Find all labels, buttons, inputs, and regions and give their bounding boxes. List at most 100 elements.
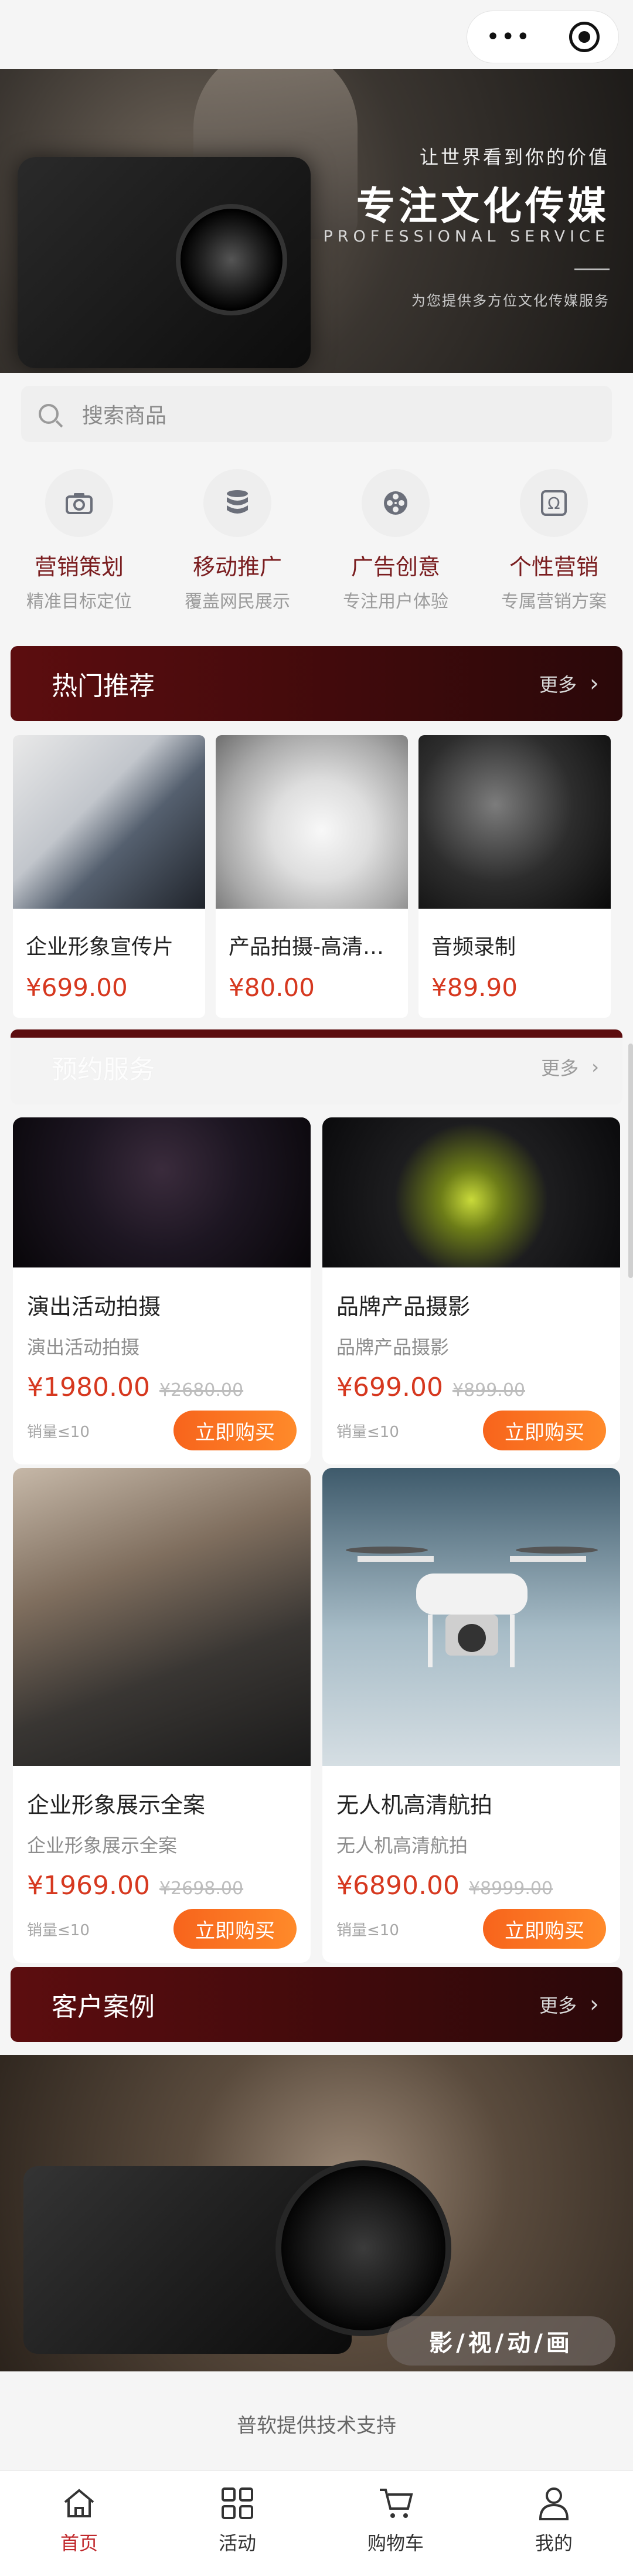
booking-section-header: 预约服务 更多 ›	[11, 1029, 622, 1105]
buy-now-button[interactable]: 立即购买	[483, 1411, 606, 1450]
chevron-right-icon: ›	[590, 1991, 599, 2018]
microphone-image	[418, 735, 611, 909]
banner-lens-image	[176, 204, 287, 315]
database-icon	[203, 469, 271, 537]
case-more-link[interactable]: 更多 ›	[539, 1991, 599, 2018]
hot-product-list: 企业形象宣传片 ¥699.00 产品拍摄-高清… ¥80.00 音频录制 ¥89…	[13, 735, 620, 1018]
search-input[interactable]: 搜索商品	[21, 386, 612, 442]
case-banner[interactable]: 影/视/动/画	[0, 2055, 633, 2371]
tab-label: 活动	[218, 2532, 256, 2554]
service-card[interactable]: 演出活动拍摄 演出活动拍摄 ¥1980.00 ¥2680.00 销量≤10 立即…	[13, 1117, 311, 1464]
service-old-price: ¥2698.00	[159, 1878, 244, 1899]
more-dots-icon[interactable]: •••	[486, 23, 531, 50]
chevron-right-icon: ›	[591, 1056, 599, 1078]
tab-activity[interactable]: 活动	[158, 2471, 316, 2576]
cart-icon	[375, 2483, 416, 2524]
case-section-header: 客户案例 更多 ›	[11, 1967, 622, 2042]
case-tag: 影/视/动/画	[387, 2316, 615, 2366]
booking-more-link[interactable]: 更多 ›	[541, 1053, 599, 1080]
service-old-price: ¥899.00	[452, 1380, 526, 1401]
search-placeholder: 搜索商品	[82, 404, 167, 428]
buy-now-button[interactable]: 立即购买	[173, 1909, 297, 1949]
film-reel-icon	[362, 469, 430, 537]
banner-description: 为您提供多方位文化传媒服务	[411, 293, 610, 309]
section-title: 预约服务	[52, 1055, 155, 1085]
scrollbar[interactable]	[628, 1044, 633, 1278]
hot-section-header: 热门推荐 更多 ›	[11, 646, 622, 721]
search-icon	[39, 404, 59, 424]
drink-image	[322, 1117, 620, 1267]
sales-count: 销量≤10	[336, 1423, 399, 1441]
service-name: 无人机高清航拍	[336, 1792, 493, 1818]
service-old-price: ¥8999.00	[468, 1878, 553, 1899]
section-title: 客户案例	[52, 1992, 155, 2022]
mini-program-capsule: •••	[467, 11, 619, 63]
bottom-tab-bar: 首页 活动 购物车 我的	[0, 2470, 633, 2576]
category-sub: 专注用户体验	[343, 592, 448, 612]
buy-now-button[interactable]: 立即购买	[483, 1909, 606, 1949]
service-old-price: ¥2680.00	[159, 1380, 244, 1401]
service-sub: 品牌产品摄影	[336, 1336, 450, 1358]
tab-mine[interactable]: 我的	[475, 2471, 633, 2576]
category-item-marketing[interactable]: 营销策划 精准目标定位	[0, 469, 158, 627]
camera-lens-image	[275, 2160, 451, 2336]
category-name: 广告创意	[350, 554, 440, 580]
product-card[interactable]: 音频录制 ¥89.90	[418, 735, 611, 1018]
omega-icon: Ω	[520, 469, 588, 537]
category-sub: 专属营销方案	[501, 592, 607, 612]
more-label: 更多	[539, 1994, 577, 2017]
product-name: 企业形象宣传片	[26, 935, 174, 959]
handshake-image	[13, 735, 205, 909]
category-item-mobile-promo[interactable]: 移动推广 覆盖网民展示	[158, 469, 316, 627]
close-target-icon[interactable]	[569, 22, 600, 52]
service-name: 演出活动拍摄	[27, 1294, 161, 1320]
category-item-personal-marketing[interactable]: Ω 个性营销 专属营销方案	[475, 469, 633, 627]
service-sub: 无人机高清航拍	[336, 1834, 468, 1857]
banner-tagline: 让世界看到你的价值	[419, 146, 610, 168]
hero-banner[interactable]: 让世界看到你的价值 专注文化传媒 PROFESSIONAL SERVICE 为您…	[0, 69, 633, 373]
more-label: 更多	[541, 1057, 579, 1079]
service-card[interactable]: 企业形象展示全案 企业形象展示全案 ¥1969.00 ¥2698.00 销量≤1…	[13, 1468, 311, 1963]
product-name: 音频录制	[431, 935, 516, 959]
service-name: 企业形象展示全案	[27, 1792, 206, 1818]
tab-label: 首页	[60, 2532, 98, 2554]
service-sub: 企业形象展示全案	[27, 1834, 178, 1857]
category-nav: 营销策划 精准目标定位 移动推广 覆盖网民展示 广告创意 专注用户体验 Ω 个性…	[0, 469, 633, 627]
chevron-right-icon: ›	[590, 670, 599, 697]
tab-home[interactable]: 首页	[0, 2471, 158, 2576]
product-price: ¥80.00	[229, 973, 315, 1002]
tab-cart[interactable]: 购物车	[316, 2471, 475, 2576]
product-card[interactable]: 企业形象宣传片 ¥699.00	[13, 735, 205, 1018]
section-title: 热门推荐	[52, 671, 155, 701]
sales-count: 销量≤10	[27, 1921, 90, 1939]
banner-headline: 专注文化传媒	[356, 183, 610, 229]
product-price: ¥89.90	[431, 973, 518, 1002]
hot-more-link[interactable]: 更多 ›	[539, 670, 599, 697]
service-sub: 演出活动拍摄	[27, 1336, 140, 1358]
service-name: 品牌产品摄影	[336, 1294, 471, 1320]
drone-image	[322, 1468, 620, 1766]
home-icon	[59, 2483, 100, 2524]
service-price: ¥1969.00	[27, 1871, 150, 1901]
more-label: 更多	[539, 674, 577, 696]
sales-count: 销量≤10	[336, 1921, 399, 1939]
banner-divider	[574, 269, 610, 270]
product-device-image	[216, 735, 408, 909]
laptop-image	[13, 1468, 311, 1766]
buy-now-button[interactable]: 立即购买	[173, 1411, 297, 1450]
service-card[interactable]: 无人机高清航拍 无人机高清航拍 ¥6890.00 ¥8999.00 销量≤10 …	[322, 1468, 620, 1963]
grid-icon	[217, 2483, 258, 2524]
category-name: 个性营销	[509, 554, 598, 580]
tech-support-text: 普软提供技术支持	[237, 2414, 396, 2438]
category-item-ad-creative[interactable]: 广告创意 专注用户体验	[316, 469, 475, 627]
service-card[interactable]: 品牌产品摄影 品牌产品摄影 ¥699.00 ¥899.00 销量≤10 立即购买	[322, 1117, 620, 1464]
product-price: ¥699.00	[26, 973, 128, 1002]
product-name: 产品拍摄-高清…	[229, 935, 384, 959]
banner-subtitle: PROFESSIONAL SERVICE	[323, 227, 610, 246]
service-price: ¥699.00	[336, 1372, 443, 1402]
tab-label: 我的	[535, 2532, 573, 2554]
service-price: ¥6890.00	[336, 1871, 460, 1901]
category-name: 营销策划	[34, 554, 124, 580]
category-name: 移动推广	[192, 554, 282, 580]
product-card[interactable]: 产品拍摄-高清… ¥80.00	[216, 735, 408, 1018]
